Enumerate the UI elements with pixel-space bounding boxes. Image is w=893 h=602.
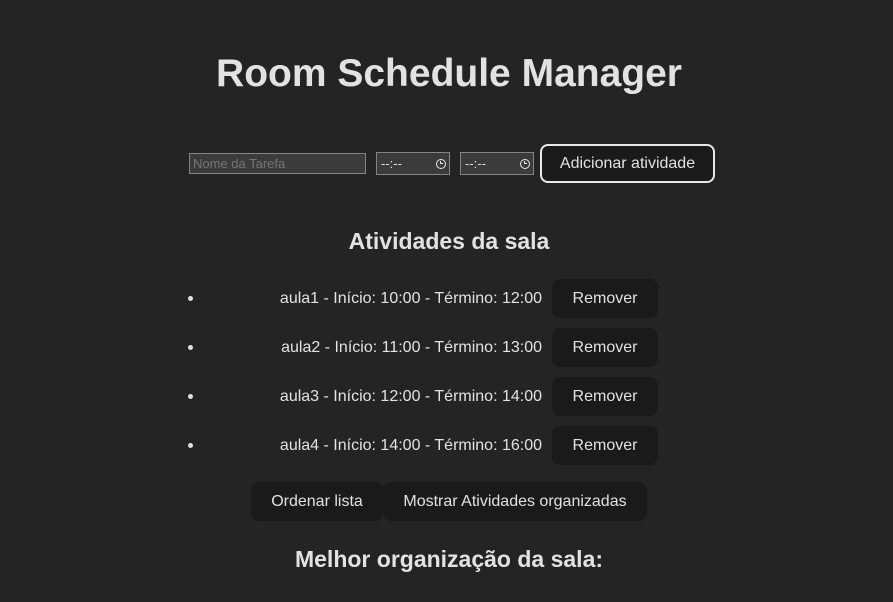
- activity-text: aula1 - Início: 10:00 - Término: 12:00: [279, 290, 542, 307]
- list-actions: Ordenar lista Mostrar Atividades organiz…: [251, 482, 647, 521]
- remove-button[interactable]: Remover: [552, 377, 658, 416]
- end-time-value: --:--: [465, 156, 486, 171]
- start-time-value: --:--: [381, 156, 402, 171]
- activity-text: aula2 - Início: 11:00 - Término: 13:00: [281, 339, 542, 356]
- clock-icon[interactable]: [520, 158, 530, 169]
- activity-text: aula4 - Início: 14:00 - Término: 16:00: [279, 437, 542, 454]
- clock-icon[interactable]: [436, 158, 446, 169]
- sort-list-button[interactable]: Ordenar lista: [251, 482, 383, 521]
- bullet-icon: [188, 296, 193, 301]
- remove-button[interactable]: Remover: [552, 279, 658, 318]
- bullet-icon: [188, 345, 193, 350]
- app-root: Room Schedule Manager --:-- --:-- Adicio…: [0, 0, 893, 602]
- add-activity-form: --:-- --:-- Adicionar atividade: [189, 144, 715, 183]
- list-item: aula1 - Início: 10:00 - Término: 12:00 R…: [0, 279, 893, 318]
- start-time-input[interactable]: --:--: [376, 152, 450, 175]
- list-item: aula3 - Início: 12:00 - Término: 14:00 R…: [0, 377, 893, 416]
- activity-list: aula1 - Início: 10:00 - Término: 12:00 R…: [0, 279, 893, 475]
- best-organization-heading: Melhor organização da sala:: [294, 546, 604, 572]
- list-item: aula2 - Início: 11:00 - Término: 13:00 R…: [0, 328, 893, 367]
- list-item: aula4 - Início: 14:00 - Término: 16:00 R…: [0, 426, 893, 465]
- activities-heading: Atividades da sala: [348, 228, 550, 254]
- show-organized-button[interactable]: Mostrar Atividades organizadas: [383, 482, 647, 521]
- remove-button[interactable]: Remover: [552, 426, 658, 465]
- task-name-input[interactable]: [189, 153, 366, 174]
- bullet-icon: [188, 443, 193, 448]
- bullet-icon: [188, 394, 193, 399]
- activity-text: aula3 - Início: 12:00 - Término: 14:00: [279, 388, 542, 405]
- end-time-input[interactable]: --:--: [460, 152, 534, 175]
- remove-button[interactable]: Remover: [552, 328, 658, 367]
- page-title: Room Schedule Manager: [216, 52, 682, 95]
- add-activity-button[interactable]: Adicionar atividade: [540, 144, 715, 183]
